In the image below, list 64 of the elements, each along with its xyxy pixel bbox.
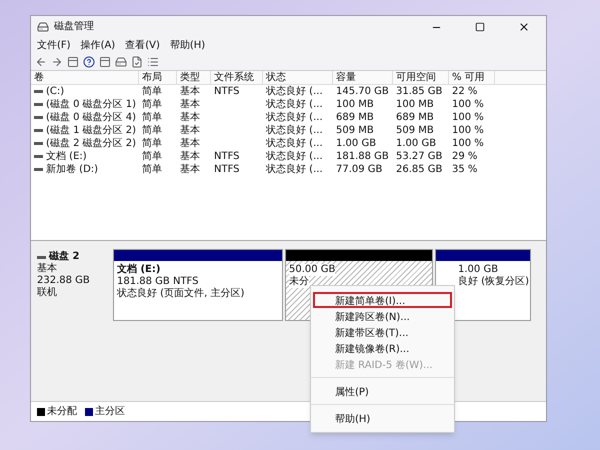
table-cell: 基本 [180,111,200,124]
table-cell: 35 % [452,163,478,176]
partition-text: 50.00 GB [289,264,336,276]
table-cell: 1.00 GB [396,137,436,150]
table-cell: 状态良好 (... [266,111,323,124]
table-cell: 26.85 GB [396,163,442,176]
table-cell: 简单 [142,137,162,150]
table-cell: 简单 [142,85,162,98]
table-cell: 简单 [142,163,162,176]
table-cell: 基本 [180,124,200,137]
table-cell: 100 % [452,111,484,124]
table-cell: 689 MB [396,111,434,124]
partition-text: 良好 (恢复分区) [458,276,529,288]
table-cell: 181.88 GB [336,150,389,163]
table-cell: 简单 [142,98,162,111]
window-title: 磁盘管理 [54,22,94,32]
disk-name: 磁盘 2 [49,251,80,262]
table-cell: 1.00 GB [336,137,376,150]
table-cell: (磁盘 0 磁盘分区 1) [46,98,136,111]
table-cell: 简单 [142,150,162,163]
table-cell: 53.27 GB [396,150,442,163]
table-cell: 100 % [452,98,484,111]
disk-type: 基本 [37,263,58,275]
table-cell: 100 MB [396,98,434,111]
table-cell: 22 % [452,85,478,98]
table-cell: 状态良好 (... [266,98,323,111]
table-cell: 29 % [452,150,478,163]
table-cell: 509 MB [396,124,434,137]
table-cell: 状态良好 (... [266,124,323,137]
legend-label: 未分配 [47,404,77,419]
table-cell: 简单 [142,111,162,124]
table-cell: 状态良好 (... [266,163,323,176]
table-cell: 基本 [180,98,200,111]
table-cell: 100 % [452,124,484,137]
table-cell: 基本 [180,137,200,150]
partition-title: 文档 (E:) [117,264,162,276]
table-cell: 689 MB [336,111,374,124]
partition-text: 未分 [289,276,309,288]
legend-label: 主分区 [95,404,125,419]
table-cell: (磁盘 0 磁盘分区 4) [46,111,136,124]
table-cell: 简单 [142,124,162,137]
table-cell: 基本 [180,150,200,163]
table-cell: 基本 [180,85,200,98]
table-cell: 145.70 GB [336,85,389,98]
table-cell: 新加卷 (D:) [46,163,98,176]
table-cell: 100 % [452,137,484,150]
table-cell: (磁盘 2 磁盘分区 2) [46,137,136,150]
table-cell: 509 MB [336,124,374,137]
table-cell: 文档 (E:) [46,150,87,163]
table-cell: NTFS [214,150,240,163]
table-cell: 77.09 GB [336,163,382,176]
table-cell: NTFS [214,163,240,176]
partition-text: 状态良好 (页面文件, 主分区) [117,288,244,300]
table-cell: 状态良好 (... [266,150,323,163]
table-cell: NTFS [214,85,240,98]
table-cell: (C:) [46,85,64,98]
table-cell: 状态良好 (... [266,137,323,150]
table-cell: 基本 [180,163,200,176]
table-cell: 31.85 GB [396,85,442,98]
table-cell: 状态良好 (... [266,85,323,98]
table-cell: (磁盘 1 磁盘分区 2) [46,124,136,137]
table-cell: 100 MB [336,98,374,111]
disk-size: 232.88 GB [37,275,91,286]
disk-status: 联机 [37,287,58,299]
